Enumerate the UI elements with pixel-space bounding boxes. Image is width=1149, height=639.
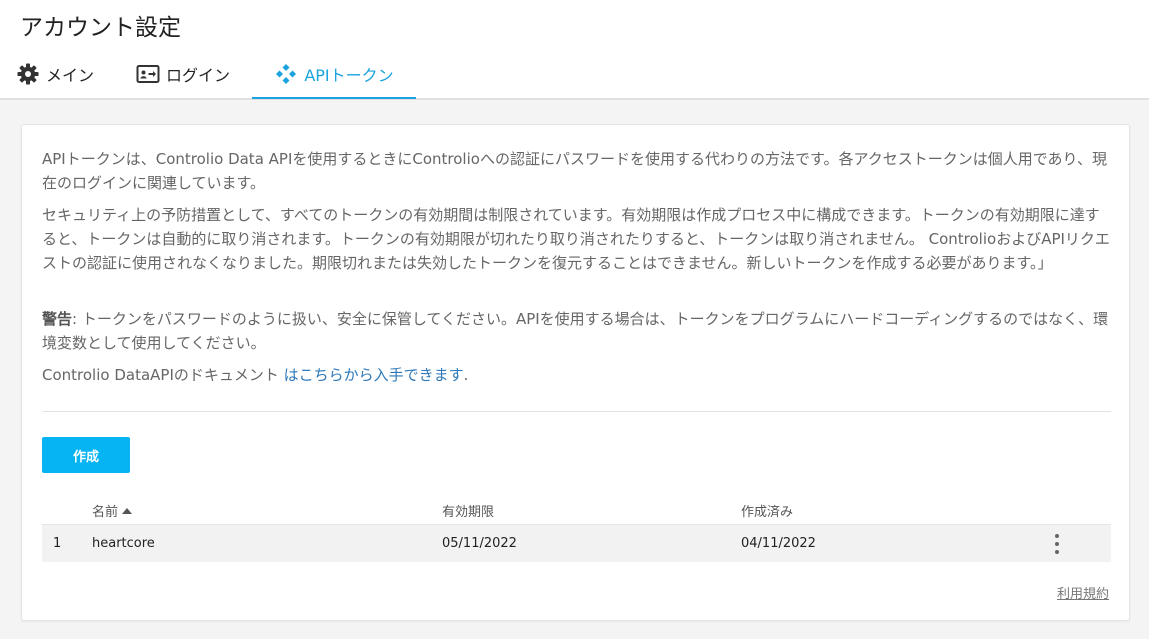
warning-paragraph: 警告: トークンをパスワードのように扱い、安全に保管してください。APIを使用す… <box>42 307 1112 355</box>
active-tab-indicator <box>252 97 416 99</box>
tab-bar: メイン ログイン APIトークン <box>0 50 1149 99</box>
column-header-expires[interactable]: 有効期限 <box>442 501 494 520</box>
token-name: heartcore <box>92 536 155 551</box>
tab-api-token-label: APIトークン <box>304 66 394 85</box>
token-expires: 05/11/2022 <box>442 536 517 551</box>
row-index: 1 <box>53 536 62 551</box>
docs-link[interactable]: はこちらから入手できます <box>284 366 464 384</box>
more-vertical-icon[interactable] <box>1048 534 1066 554</box>
table-row[interactable]: 1 heartcore 05/11/2022 04/11/2022 <box>42 524 1111 562</box>
api-token-card: APIトークンは、Controlio Data APIを使用するときにContr… <box>21 124 1130 621</box>
token-table-header: 名前 有効期限 作成済み <box>42 493 1111 525</box>
tab-login[interactable]: ログイン <box>136 50 230 98</box>
security-paragraph: セキュリティ上の予防措置として、すべてのトークンの有効期間は制限されています。有… <box>42 206 1110 272</box>
column-header-created[interactable]: 作成済み <box>741 501 793 520</box>
tab-login-label: ログイン <box>166 66 231 85</box>
warning-text: : トークンをパスワードのように扱い、安全に保管してください。APIを使用する場… <box>42 310 1109 352</box>
column-header-name-label: 名前 <box>92 505 119 520</box>
divider <box>42 411 1111 412</box>
intro-paragraph: APIトークンは、Controlio Data APIを使用するときにContr… <box>42 150 1107 192</box>
create-token-button[interactable]: 作成 <box>42 437 130 473</box>
terms-of-use-link[interactable]: 利用規約 <box>1057 583 1109 602</box>
id-card-icon <box>136 62 160 86</box>
header: アカウント設定 メイン ログイン APIトークン <box>0 0 1149 100</box>
token-created: 04/11/2022 <box>741 536 816 551</box>
tab-api-token[interactable]: APIトークン <box>252 50 416 99</box>
warning-label: 警告 <box>42 310 73 328</box>
sort-ascending-icon <box>122 507 133 514</box>
gear-icon <box>16 62 40 86</box>
docs-paragraph: Controlio DataAPIのドキュメント はこちらから入手できます. <box>42 363 1112 387</box>
tab-main[interactable]: メイン <box>16 50 94 98</box>
tab-main-label: メイン <box>46 66 95 85</box>
api-diamond-icon <box>274 62 298 86</box>
docs-prefix: Controlio DataAPIのドキュメント <box>42 366 284 384</box>
page-title: アカウント設定 <box>20 15 181 41</box>
column-header-name[interactable]: 名前 <box>92 501 133 520</box>
docs-suffix: . <box>463 366 469 384</box>
